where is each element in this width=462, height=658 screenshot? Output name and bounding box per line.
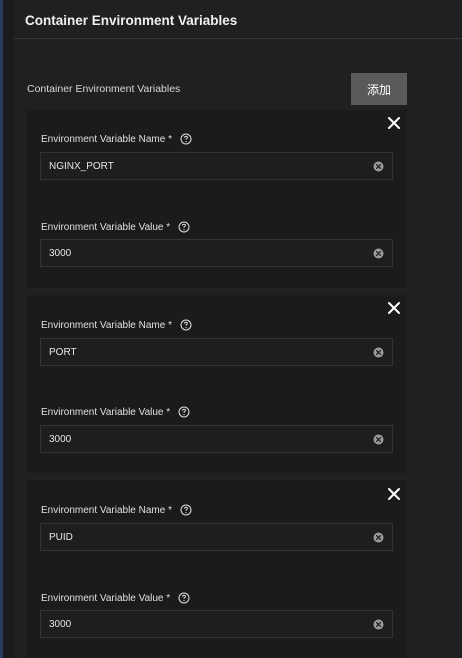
env-name-label: Environment Variable Name *: [41, 504, 192, 516]
env-name-field: [40, 523, 393, 551]
title-divider: [14, 38, 462, 39]
clear-circle-icon[interactable]: [373, 532, 384, 543]
help-circle-icon[interactable]: [180, 504, 192, 516]
env-value-label: Environment Variable Value *: [41, 406, 190, 418]
env-value-label-text: Environment Variable Value *: [41, 592, 171, 604]
env-value-label-text: Environment Variable Value *: [41, 221, 171, 233]
add-button[interactable]: 添加: [351, 73, 407, 105]
env-value-field: [40, 610, 393, 638]
env-name-input[interactable]: [41, 153, 361, 179]
clear-circle-icon[interactable]: [373, 248, 384, 259]
close-icon[interactable]: [386, 486, 402, 502]
help-circle-icon[interactable]: [178, 221, 190, 233]
close-icon[interactable]: [386, 300, 402, 316]
clear-circle-icon[interactable]: [373, 434, 384, 445]
env-name-field: [40, 338, 393, 366]
env-name-label-text: Environment Variable Name *: [41, 133, 172, 145]
clear-circle-icon[interactable]: [373, 619, 384, 630]
env-value-input[interactable]: [41, 611, 361, 637]
help-circle-icon[interactable]: [180, 319, 192, 331]
close-icon[interactable]: [386, 115, 402, 131]
env-list-label: Container Environment Variables: [27, 83, 181, 95]
env-name-label-text: Environment Variable Name *: [41, 319, 172, 331]
env-value-field: [40, 425, 393, 453]
env-value-label: Environment Variable Value *: [41, 221, 190, 233]
help-circle-icon[interactable]: [180, 133, 192, 145]
env-vars-card: Container Environment Variables Containe…: [14, 0, 462, 658]
window-left-edge: [0, 0, 3, 658]
env-name-label-text: Environment Variable Name *: [41, 504, 172, 516]
env-value-field: [40, 239, 393, 267]
clear-circle-icon[interactable]: [373, 161, 384, 172]
help-circle-icon[interactable]: [178, 592, 190, 604]
env-value-label-text: Environment Variable Value *: [41, 406, 171, 418]
env-name-label: Environment Variable Name *: [41, 133, 192, 145]
env-name-input[interactable]: [41, 524, 361, 550]
env-name-input[interactable]: [41, 339, 361, 365]
section-title: Container Environment Variables: [25, 13, 238, 28]
clear-circle-icon[interactable]: [373, 347, 384, 358]
env-value-input[interactable]: [41, 240, 361, 266]
env-value-input[interactable]: [41, 426, 361, 452]
env-name-field: [40, 152, 393, 180]
env-name-label: Environment Variable Name *: [41, 319, 192, 331]
env-value-label: Environment Variable Value *: [41, 592, 190, 604]
help-circle-icon[interactable]: [178, 406, 190, 418]
